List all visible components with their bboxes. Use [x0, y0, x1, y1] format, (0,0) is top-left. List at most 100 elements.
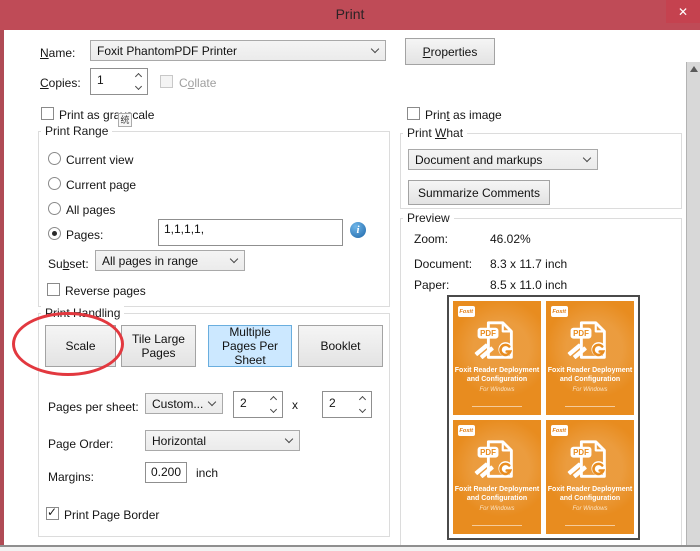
chevron-down-icon [371, 45, 379, 53]
page-order-select[interactable]: Horizontal [145, 430, 300, 451]
spin-down-icon[interactable] [354, 405, 371, 418]
pdf-document-icon: PDF [474, 436, 520, 482]
ime-indicator-icon: 统 [118, 113, 132, 127]
close-icon: ✕ [678, 5, 688, 19]
tile-large-pages-button[interactable]: Tile Large Pages [121, 325, 196, 367]
window-title: Print [0, 0, 700, 29]
pages-per-sheet-value: Custom... [152, 397, 209, 411]
spin-up-icon[interactable] [265, 392, 282, 405]
svg-text:PDF: PDF [480, 329, 496, 338]
foxit-logo-text: Foxit [460, 428, 474, 434]
pages-label: Pages: [66, 228, 103, 242]
spin-down-icon[interactable] [130, 82, 147, 95]
margins-unit-label: inch [196, 466, 218, 480]
info-icon[interactable]: i [350, 222, 366, 238]
foxit-logo-text: Foxit [553, 309, 567, 315]
reverse-pages-label: Reverse pages [65, 284, 146, 298]
sheet-columns-stepper[interactable]: 2 [233, 391, 283, 418]
preview-page-thumbnail-2: Foxit PDF Foxit Reader Deploymentand Con… [546, 301, 634, 415]
printer-name-select[interactable]: Foxit PhantomPDF Printer [90, 40, 386, 61]
spin-down-icon[interactable] [265, 405, 282, 418]
pages-input[interactable]: 1,1,1,1, [158, 219, 343, 246]
subset-value: All pages in range [102, 254, 231, 268]
by-label: x [292, 398, 298, 412]
multiple-pages-per-sheet-button[interactable]: Multiple Pages Per Sheet [208, 325, 292, 367]
copies-value: 1 [91, 69, 130, 94]
scrollbar[interactable] [686, 62, 700, 545]
preview-sheet: Foxit PDF Foxit Reader Deploymentand Con… [447, 295, 640, 540]
radio-current-page[interactable] [48, 177, 61, 190]
foxit-logo-text: Foxit [553, 428, 567, 434]
svg-text:PDF: PDF [573, 448, 589, 457]
printer-name-label: Name: [40, 46, 75, 60]
pdf-document-icon: PDF [474, 317, 520, 363]
radio-all-pages[interactable] [48, 202, 61, 215]
foxit-logo: Foxit [458, 425, 475, 436]
reverse-pages-checkbox[interactable] [47, 283, 60, 296]
print-what-select[interactable]: Document and markups [408, 149, 598, 170]
preview-page-thumbnail-1: Foxit PDF Foxit Reader Deploymentand Con… [453, 301, 541, 415]
svg-text:PDF: PDF [480, 448, 496, 457]
chevron-down-icon [208, 398, 216, 406]
print-range-title: Print Range [41, 124, 112, 138]
scroll-up-icon [690, 66, 698, 72]
pages-per-sheet-select[interactable]: Custom... [145, 393, 223, 414]
spin-up-icon[interactable] [130, 69, 147, 82]
copies-label: Copies: [40, 76, 81, 90]
pdf-document-icon: PDF [567, 436, 613, 482]
chevron-down-icon [583, 154, 591, 162]
cover-subtitle: For Windows [546, 387, 634, 393]
margins-label: Margins: [48, 470, 94, 484]
radio-pages[interactable] [48, 227, 61, 240]
paper-value: 8.5 x 11.0 inch [490, 278, 567, 292]
preview-page-thumbnail-3: Foxit PDF Foxit Reader Deploymentand Con… [453, 420, 541, 534]
foxit-logo: Foxit [458, 306, 475, 317]
cover-footer-line [472, 406, 521, 407]
preview-page-thumbnail-4: Foxit PDF Foxit Reader Deploymentand Con… [546, 420, 634, 534]
foxit-logo-text: Foxit [460, 309, 474, 315]
cover-title: Foxit Reader Deploymentand Configuration [453, 486, 541, 503]
properties-button[interactable]: Properties [405, 38, 495, 65]
subset-label: Subset: [48, 257, 89, 271]
scale-button[interactable]: Scale [45, 325, 116, 367]
margins-input[interactable]: 0.200 [145, 462, 187, 483]
copies-stepper[interactable]: 1 [90, 68, 148, 95]
print-what-value: Document and markups [415, 153, 584, 167]
printer-name-value: Foxit PhantomPDF Printer [97, 44, 372, 58]
titlebar: Print [0, 0, 700, 30]
print-page-border-checkbox[interactable]: ✓ [46, 507, 59, 520]
subset-select[interactable]: All pages in range [95, 250, 245, 271]
radio-current-view[interactable] [48, 152, 61, 165]
spin-up-icon[interactable] [354, 392, 371, 405]
cover-subtitle: For Windows [453, 506, 541, 512]
zoom-label: Zoom: [414, 232, 448, 246]
paper-label: Paper: [414, 278, 449, 292]
collate-checkbox[interactable] [160, 75, 173, 88]
checkmark-icon: ✓ [47, 505, 57, 519]
radio-dot [52, 231, 57, 236]
close-button[interactable]: ✕ [666, 0, 700, 23]
sheet-rows-stepper[interactable]: 2 [322, 391, 372, 418]
print-as-image-checkbox[interactable] [407, 107, 420, 120]
cover-subtitle: For Windows [546, 506, 634, 512]
cover-footer-line [565, 406, 614, 407]
pdf-document-icon: PDF [567, 317, 613, 363]
cover-footer-line [472, 525, 521, 526]
print-as-image-label: Print as image [425, 108, 502, 122]
sheet-columns-value: 2 [234, 392, 265, 417]
grayscale-checkbox[interactable] [41, 107, 54, 120]
cover-title: Foxit Reader Deploymentand Configuration [453, 367, 541, 384]
foxit-logo: Foxit [551, 425, 568, 436]
window-border [0, 30, 4, 546]
sheet-rows-value: 2 [323, 392, 354, 417]
cover-footer-line [565, 525, 614, 526]
grayscale-label: Print as grayscale [59, 108, 154, 122]
dialog-bottom-pad [0, 547, 700, 551]
print-what-title: Print What [403, 126, 467, 140]
summarize-comments-button[interactable]: Summarize Comments [408, 180, 550, 205]
chevron-down-icon [230, 255, 238, 263]
chevron-down-icon [285, 435, 293, 443]
booklet-button[interactable]: Booklet [298, 325, 383, 367]
collate-label: Collate [179, 76, 216, 90]
current-view-label: Current view [66, 153, 133, 167]
